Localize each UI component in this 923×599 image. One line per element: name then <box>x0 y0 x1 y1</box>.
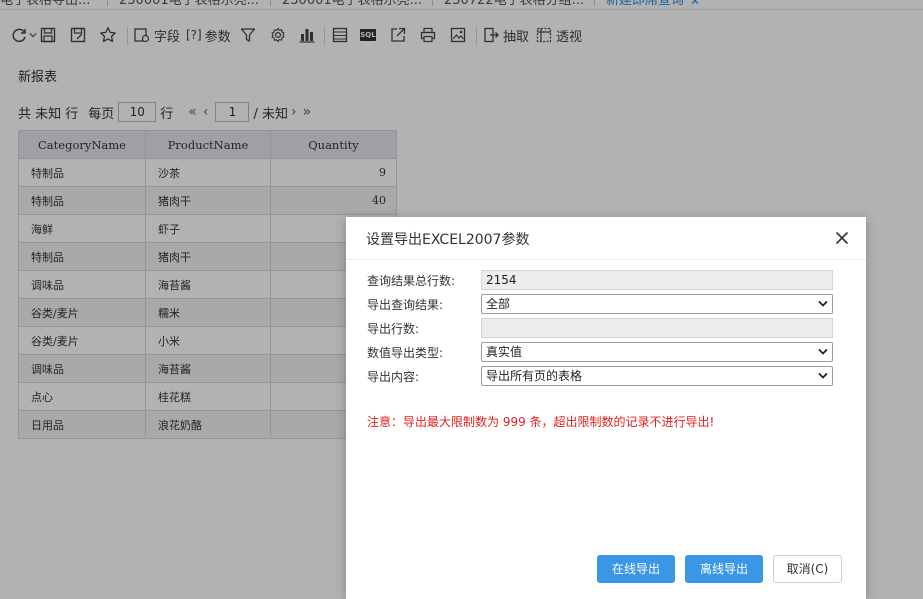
numeric-type-value: 真实值 <box>486 345 523 359</box>
export-excel-dialog: 设置导出EXCEL2007参数 查询结果总行数: 2154 导出查询结果: 全部… <box>346 217 866 599</box>
numeric-type-row: 数值导出类型: 真实值 <box>367 342 833 362</box>
export-content-label: 导出内容: <box>367 370 420 384</box>
online-export-button[interactable]: 在线导出 <box>597 555 675 583</box>
export-rows-label: 导出行数: <box>367 322 420 336</box>
close-icon[interactable] <box>834 230 850 246</box>
offline-export-button[interactable]: 离线导出 <box>685 555 763 583</box>
chevron-down-icon <box>818 372 828 379</box>
total-rows-field: 2154 <box>481 270 833 290</box>
export-content-row: 导出内容: 导出所有页的表格 <box>367 366 833 386</box>
export-rows-field <box>481 318 833 338</box>
export-result-row: 导出查询结果: 全部 <box>367 294 833 314</box>
export-content-select[interactable]: 导出所有页的表格 <box>481 366 833 386</box>
export-content-value: 导出所有页的表格 <box>486 369 583 383</box>
chevron-down-icon <box>818 300 828 307</box>
export-rows-row: 导出行数: <box>367 318 833 338</box>
export-result-select[interactable]: 全部 <box>481 294 833 314</box>
cancel-button[interactable]: 取消(C) <box>773 555 842 583</box>
export-result-label: 导出查询结果: <box>367 298 444 312</box>
chevron-down-icon <box>818 348 828 355</box>
dialog-title: 设置导出EXCEL2007参数 <box>366 232 530 248</box>
numeric-type-select[interactable]: 真实值 <box>481 342 833 362</box>
total-rows-row: 查询结果总行数: 2154 <box>367 270 833 290</box>
export-result-value: 全部 <box>486 297 511 311</box>
numeric-type-label: 数值导出类型: <box>367 346 444 360</box>
total-rows-label: 查询结果总行数: <box>367 274 456 288</box>
dialog-header: 设置导出EXCEL2007参数 <box>346 217 866 260</box>
export-limit-warning: 注意：导出最大限制数为 999 条，超出限制数的记录不进行导出! <box>367 415 715 429</box>
